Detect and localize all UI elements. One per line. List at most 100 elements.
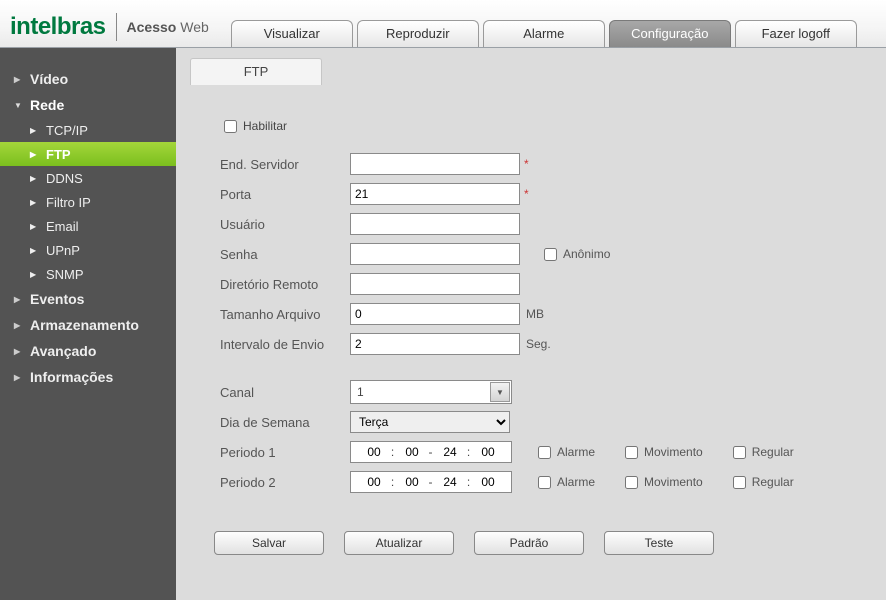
sidebar-item-email[interactable]: Email xyxy=(0,214,176,238)
dropdown-button-icon[interactable]: ▼ xyxy=(490,382,510,402)
required-icon: * xyxy=(524,187,529,201)
row-periodo1: Periodo 1 : - : Alarme Movimento Regular xyxy=(220,437,886,467)
label-intervalo: Intervalo de Envio xyxy=(220,337,350,352)
label-end-servidor: End. Servidor xyxy=(220,157,350,172)
row-habilitar: Habilitar xyxy=(220,111,886,141)
button-bar: Salvar Atualizar Padrão Teste xyxy=(214,531,886,555)
save-button[interactable]: Salvar xyxy=(214,531,324,555)
label-periodo1: Periodo 1 xyxy=(220,445,350,460)
input-intervalo[interactable] xyxy=(350,333,520,355)
period1-box: : - : xyxy=(350,441,512,463)
label-anonimo: Anônimo xyxy=(563,247,610,261)
refresh-button[interactable]: Atualizar xyxy=(344,531,454,555)
logo-block: intelbras Acesso Web xyxy=(10,13,209,47)
input-dir-remoto[interactable] xyxy=(350,273,520,295)
label-dia: Dia de Semana xyxy=(220,415,350,430)
sidebar-item-informacoes[interactable]: Informações xyxy=(0,364,176,390)
test-button[interactable]: Teste xyxy=(604,531,714,555)
input-porta[interactable] xyxy=(350,183,520,205)
sidebar-item-label: UPnP xyxy=(46,243,80,258)
required-icon: * xyxy=(524,157,529,171)
sidebar-item-avancado[interactable]: Avançado xyxy=(0,338,176,364)
p2-chk-alarme[interactable] xyxy=(538,476,551,489)
sidebar-item-label: DDNS xyxy=(46,171,83,186)
p1-chk-movimento[interactable] xyxy=(625,446,638,459)
sidebar-item-upnp[interactable]: UPnP xyxy=(0,238,176,262)
sidebar-item-ddns[interactable]: DDNS xyxy=(0,166,176,190)
sidebar-item-label: Eventos xyxy=(30,291,84,307)
tab-configuracao[interactable]: Configuração xyxy=(609,20,731,47)
sidebar-item-tcpip[interactable]: TCP/IP xyxy=(0,118,176,142)
label-usuario: Usuário xyxy=(220,217,350,232)
label-habilitar: Habilitar xyxy=(243,119,287,133)
subtab-ftp[interactable]: FTP xyxy=(190,58,322,85)
tab-logoff[interactable]: Fazer logoff xyxy=(735,20,857,47)
p2-h1[interactable] xyxy=(361,474,387,490)
label-senha: Senha xyxy=(220,247,350,262)
sidebar-item-label: Rede xyxy=(30,97,64,113)
chevron-right-icon xyxy=(30,125,40,136)
select-dia[interactable]: Terça xyxy=(350,411,510,433)
ftp-form: Habilitar End. Servidor * Porta * Usuári… xyxy=(190,85,886,555)
sidebar-item-eventos[interactable]: Eventos xyxy=(0,286,176,312)
sidebar-item-label: TCP/IP xyxy=(46,123,88,138)
chevron-right-icon xyxy=(14,346,24,357)
select-canal[interactable]: 1 ▼ xyxy=(350,380,512,404)
p1-h2[interactable] xyxy=(437,444,463,460)
header: intelbras Acesso Web Visualizar Reproduz… xyxy=(0,0,886,48)
p2-h2[interactable] xyxy=(437,474,463,490)
chevron-down-icon xyxy=(14,100,24,111)
sidebar-item-video[interactable]: Vídeo xyxy=(0,66,176,92)
sidebar-item-snmp[interactable]: SNMP xyxy=(0,262,176,286)
row-usuario: Usuário xyxy=(220,209,886,239)
sidebar-item-label: Filtro IP xyxy=(46,195,91,210)
sidebar-item-label: SNMP xyxy=(46,267,84,282)
row-tamanho: Tamanho Arquivo MB xyxy=(220,299,886,329)
unit-seg: Seg. xyxy=(526,337,551,351)
chevron-right-icon xyxy=(30,173,40,184)
p2-chk-regular[interactable] xyxy=(733,476,746,489)
checkbox-habilitar[interactable] xyxy=(224,120,237,133)
input-usuario[interactable] xyxy=(350,213,520,235)
p1-m1[interactable] xyxy=(399,444,425,460)
p2-m1[interactable] xyxy=(399,474,425,490)
p1-chk-regular[interactable] xyxy=(733,446,746,459)
sidebar-item-armazenamento[interactable]: Armazenamento xyxy=(0,312,176,338)
period2-box: : - : xyxy=(350,471,512,493)
row-porta: Porta * xyxy=(220,179,886,209)
row-dir-remoto: Diretório Remoto xyxy=(220,269,886,299)
input-tamanho[interactable] xyxy=(350,303,520,325)
input-senha[interactable] xyxy=(350,243,520,265)
body: Vídeo Rede TCP/IP FTP DDNS Filtro IP Ema… xyxy=(0,48,886,600)
chevron-right-icon xyxy=(14,320,24,331)
sidebar-item-filtroip[interactable]: Filtro IP xyxy=(0,190,176,214)
tab-reproduzir[interactable]: Reproduzir xyxy=(357,20,479,47)
tab-alarme[interactable]: Alarme xyxy=(483,20,605,47)
default-button[interactable]: Padrão xyxy=(474,531,584,555)
logo-divider xyxy=(116,13,117,41)
row-end-servidor: End. Servidor * xyxy=(220,149,886,179)
unit-mb: MB xyxy=(526,307,544,321)
input-end-servidor[interactable] xyxy=(350,153,520,175)
sidebar-item-rede[interactable]: Rede xyxy=(0,92,176,118)
p2-chk-movimento[interactable] xyxy=(625,476,638,489)
chevron-right-icon xyxy=(30,149,40,160)
p2-m2[interactable] xyxy=(475,474,501,490)
p1-chk-alarme[interactable] xyxy=(538,446,551,459)
sidebar: Vídeo Rede TCP/IP FTP DDNS Filtro IP Ema… xyxy=(0,48,176,600)
sidebar-item-ftp[interactable]: FTP xyxy=(0,142,176,166)
row-periodo2: Periodo 2 : - : Alarme Movimento Regular xyxy=(220,467,886,497)
checkbox-anonimo[interactable] xyxy=(544,248,557,261)
select-canal-value: 1 xyxy=(351,385,489,399)
p2-checks: Alarme Movimento Regular xyxy=(534,473,820,492)
sidebar-item-label: Vídeo xyxy=(30,71,68,87)
row-senha: Senha Anônimo xyxy=(220,239,886,269)
chevron-right-icon xyxy=(30,245,40,256)
sidebar-item-label: Email xyxy=(46,219,79,234)
p1-m2[interactable] xyxy=(475,444,501,460)
tab-visualizar[interactable]: Visualizar xyxy=(231,20,353,47)
chevron-right-icon xyxy=(30,197,40,208)
p1-checks: Alarme Movimento Regular xyxy=(534,443,820,462)
p1-h1[interactable] xyxy=(361,444,387,460)
chevron-right-icon xyxy=(30,269,40,280)
